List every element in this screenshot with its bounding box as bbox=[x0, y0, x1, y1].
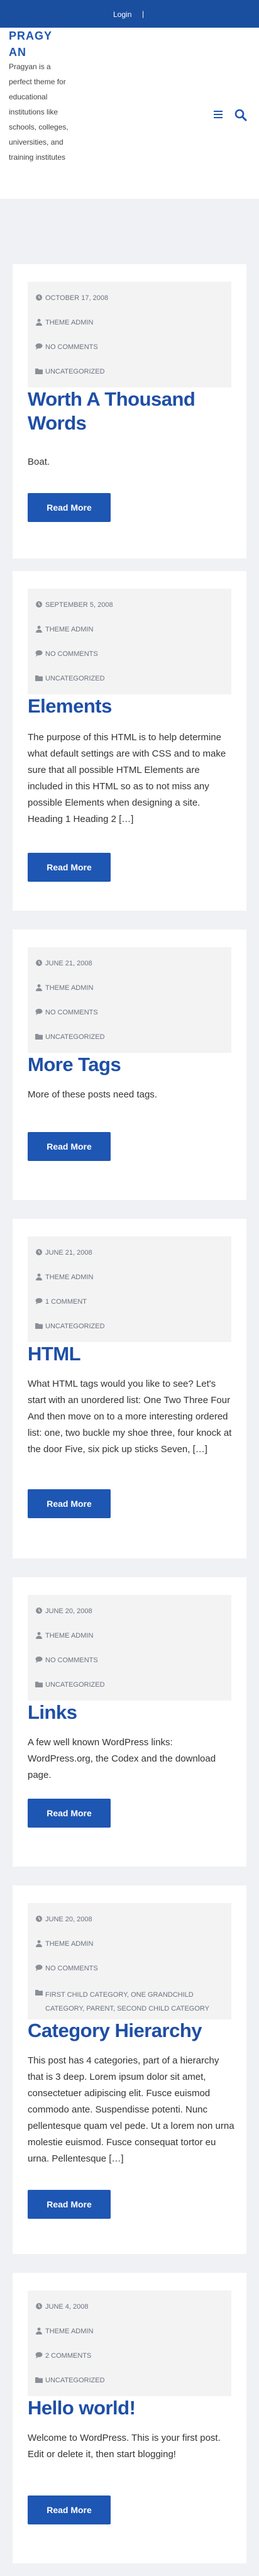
comment-icon bbox=[35, 2352, 43, 2358]
read-more-button[interactable]: Read More bbox=[28, 2190, 111, 2219]
post-comments[interactable]: NO COMMENTS bbox=[28, 1000, 231, 1024]
post-comments[interactable]: NO COMMENTS bbox=[28, 1648, 231, 1672]
post-date[interactable]: JUNE 4, 2008 bbox=[28, 2294, 231, 2319]
post-card: OCTOBER 17, 2008 THEME ADMIN NO COMMENTS… bbox=[13, 264, 246, 558]
post-category[interactable]: UNCATEGORIZED bbox=[28, 666, 231, 691]
read-more-button[interactable]: Read More bbox=[28, 1489, 111, 1518]
post-author[interactable]: THEME ADMIN bbox=[28, 1265, 231, 1289]
post-title[interactable]: Elements bbox=[28, 694, 235, 718]
post-meta: JUNE 20, 2008 THEME ADMIN NO COMMENTS FI… bbox=[28, 1903, 231, 2019]
post-category[interactable]: UNCATEGORIZED bbox=[28, 1314, 231, 1338]
user-icon bbox=[36, 319, 42, 326]
post-meta: OCTOBER 17, 2008 THEME ADMIN NO COMMENTS… bbox=[28, 282, 231, 387]
folder-icon bbox=[35, 1990, 43, 1996]
post-date[interactable]: JUNE 21, 2008 bbox=[28, 951, 231, 975]
post-meta: JUNE 4, 2008 THEME ADMIN 2 COMMENTS UNCA… bbox=[28, 2290, 231, 2396]
folder-icon bbox=[35, 1323, 43, 1329]
post-author[interactable]: THEME ADMIN bbox=[28, 310, 231, 335]
folder-icon bbox=[35, 675, 43, 681]
clock-icon bbox=[36, 1916, 42, 1922]
topbar-separator: | bbox=[142, 9, 145, 18]
clock-icon bbox=[36, 2303, 42, 2309]
post-excerpt: What HTML tags would you like to see? Le… bbox=[28, 1379, 232, 1455]
post-excerpt: This post has 4 categories, part of a hi… bbox=[28, 2055, 234, 2164]
clock-icon bbox=[36, 960, 42, 966]
post-meta: JUNE 20, 2008 THEME ADMIN NO COMMENTS UN… bbox=[28, 1595, 231, 1701]
user-icon bbox=[36, 984, 42, 991]
read-more-button[interactable]: Read More bbox=[28, 853, 111, 882]
post-excerpt: The purpose of this HTML is to help dete… bbox=[28, 732, 226, 824]
read-more-button[interactable]: Read More bbox=[28, 2496, 111, 2524]
post-category[interactable]: UNCATEGORIZED bbox=[28, 2368, 231, 2392]
post-comments[interactable]: 2 COMMENTS bbox=[28, 2343, 231, 2368]
comment-icon bbox=[35, 1009, 43, 1015]
post-author[interactable]: THEME ADMIN bbox=[28, 1623, 231, 1648]
site-header: PRAGYAN Pragyan is a perfect theme for e… bbox=[0, 28, 259, 199]
login-link[interactable]: Login bbox=[113, 10, 131, 19]
post-comments[interactable]: NO COMMENTS bbox=[28, 1956, 231, 1980]
menu-icon[interactable] bbox=[214, 111, 225, 119]
comment-icon bbox=[35, 1298, 43, 1304]
user-icon bbox=[36, 1632, 42, 1639]
post-date[interactable]: OCTOBER 17, 2008 bbox=[28, 286, 231, 310]
post-card: JUNE 20, 2008 THEME ADMIN NO COMMENTS FI… bbox=[13, 1885, 246, 2254]
post-title[interactable]: Worth A Thousand Words bbox=[28, 387, 235, 435]
post-card: JUNE 21, 2008 THEME ADMIN NO COMMENTS UN… bbox=[13, 930, 246, 1200]
comment-icon bbox=[35, 1965, 43, 1971]
post-comments[interactable]: NO COMMENTS bbox=[28, 641, 231, 666]
post-title[interactable]: Category Hierarchy bbox=[28, 2019, 235, 2043]
read-more-button[interactable]: Read More bbox=[28, 1799, 111, 1828]
search-icon[interactable] bbox=[234, 108, 248, 122]
post-excerpt: A few well known WordPress links: WordPr… bbox=[28, 1737, 216, 1780]
post-meta: JUNE 21, 2008 THEME ADMIN NO COMMENTS UN… bbox=[28, 947, 231, 1053]
post-date[interactable]: SEPTEMBER 5, 2008 bbox=[28, 592, 231, 617]
post-author[interactable]: THEME ADMIN bbox=[28, 617, 231, 641]
post-card: JUNE 21, 2008 THEME ADMIN 1 COMMENT UNCA… bbox=[13, 1219, 246, 1558]
user-icon bbox=[36, 1274, 42, 1280]
post-category[interactable]: UNCATEGORIZED bbox=[28, 359, 231, 384]
comment-icon bbox=[35, 343, 43, 350]
folder-icon bbox=[35, 369, 43, 374]
post-title[interactable]: Hello world! bbox=[28, 2396, 235, 2420]
post-date[interactable]: JUNE 21, 2008 bbox=[28, 1240, 231, 1265]
clock-icon bbox=[36, 1607, 42, 1614]
post-author[interactable]: THEME ADMIN bbox=[28, 1931, 231, 1956]
post-date[interactable]: JUNE 20, 2008 bbox=[28, 1907, 231, 1931]
post-card: JUNE 20, 2008 THEME ADMIN NO COMMENTS UN… bbox=[13, 1577, 246, 1867]
post-author[interactable]: THEME ADMIN bbox=[28, 975, 231, 1000]
folder-icon bbox=[35, 1682, 43, 1687]
user-icon bbox=[36, 1940, 42, 1947]
post-category[interactable]: FIRST CHILD CATEGORY, ONE GRANDCHILD CAT… bbox=[28, 1980, 231, 2016]
clock-icon bbox=[36, 1249, 42, 1255]
comment-icon bbox=[35, 650, 43, 657]
post-author[interactable]: THEME ADMIN bbox=[28, 2319, 231, 2343]
clock-icon bbox=[36, 294, 42, 301]
user-icon bbox=[36, 626, 42, 633]
post-title[interactable]: Links bbox=[28, 1701, 235, 1724]
read-more-button[interactable]: Read More bbox=[28, 1132, 111, 1161]
post-title[interactable]: More Tags bbox=[28, 1053, 235, 1077]
post-excerpt: Welcome to WordPress. This is your first… bbox=[28, 2433, 221, 2460]
post-excerpt: More of these posts need tags. bbox=[28, 1089, 157, 1100]
post-date[interactable]: JUNE 20, 2008 bbox=[28, 1599, 231, 1623]
site-tagline: Pragyan is a perfect theme for education… bbox=[9, 62, 69, 162]
post-category[interactable]: UNCATEGORIZED bbox=[28, 1672, 231, 1697]
post-category[interactable]: UNCATEGORIZED bbox=[28, 1024, 231, 1049]
top-bar: Login | bbox=[0, 0, 259, 28]
read-more-button[interactable]: Read More bbox=[28, 493, 111, 522]
post-excerpt: Boat. bbox=[28, 457, 50, 467]
folder-icon bbox=[35, 1034, 43, 1040]
post-card: SEPTEMBER 5, 2008 THEME ADMIN NO COMMENT… bbox=[13, 571, 246, 911]
post-comments[interactable]: 1 COMMENT bbox=[28, 1289, 231, 1314]
site-title[interactable]: PRAGYAN bbox=[9, 28, 59, 60]
user-icon bbox=[36, 2328, 42, 2334]
post-meta: SEPTEMBER 5, 2008 THEME ADMIN NO COMMENT… bbox=[28, 589, 231, 694]
post-card: JUNE 4, 2008 THEME ADMIN 2 COMMENTS UNCA… bbox=[13, 2273, 246, 2563]
post-meta: JUNE 21, 2008 THEME ADMIN 1 COMMENT UNCA… bbox=[28, 1236, 231, 1342]
clock-icon bbox=[36, 601, 42, 608]
post-title[interactable]: HTML bbox=[28, 1342, 235, 1366]
folder-icon bbox=[35, 2377, 43, 2383]
comment-icon bbox=[35, 1657, 43, 1663]
post-comments[interactable]: NO COMMENTS bbox=[28, 335, 231, 359]
